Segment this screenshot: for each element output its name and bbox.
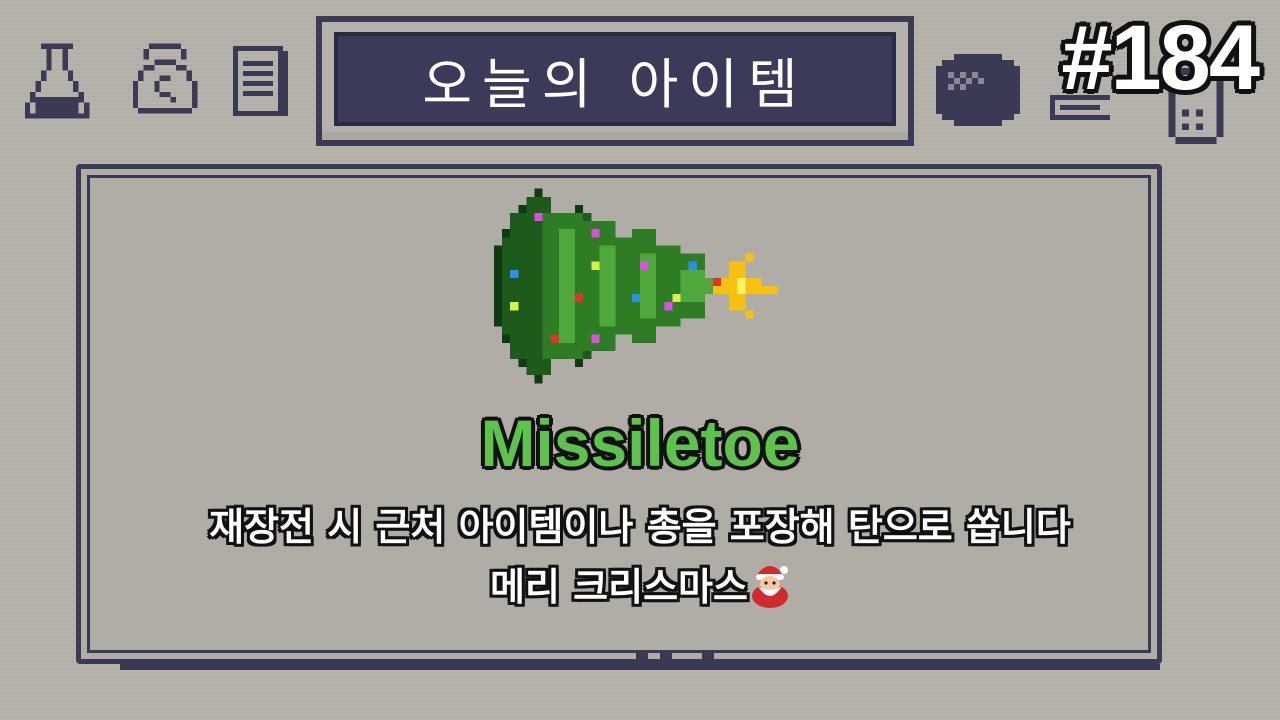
- item-name: Missiletoe: [479, 406, 800, 480]
- santa-icon: [750, 562, 790, 608]
- greeting-text: 메리 크리스마스: [490, 565, 748, 609]
- money-bag-icon: [122, 38, 208, 124]
- christmas-tree-icon: [494, 186, 786, 386]
- page-background: 오늘의 아이템 #184 Missiletoe 재장전 시 근처 아이템이나 총…: [0, 0, 1280, 720]
- page-title: 오늘의 아이템: [422, 52, 808, 116]
- divider: [702, 650, 714, 660]
- ball-icon: [930, 40, 1026, 140]
- title-banner: 오늘의 아이템: [316, 16, 914, 146]
- episode-number: #184: [1060, 7, 1262, 109]
- item-greeting: 메리 크리스마스: [0, 562, 1280, 608]
- flask-icon: [14, 38, 100, 124]
- notes-icon: [218, 38, 298, 124]
- divider: [636, 650, 648, 660]
- divider: [120, 664, 1160, 670]
- item-description: 재장전 시 근처 아이템이나 총을 포장해 탄으로 쏩니다: [209, 505, 1071, 549]
- divider: [660, 650, 672, 660]
- title-plate: 오늘의 아이템: [334, 32, 896, 126]
